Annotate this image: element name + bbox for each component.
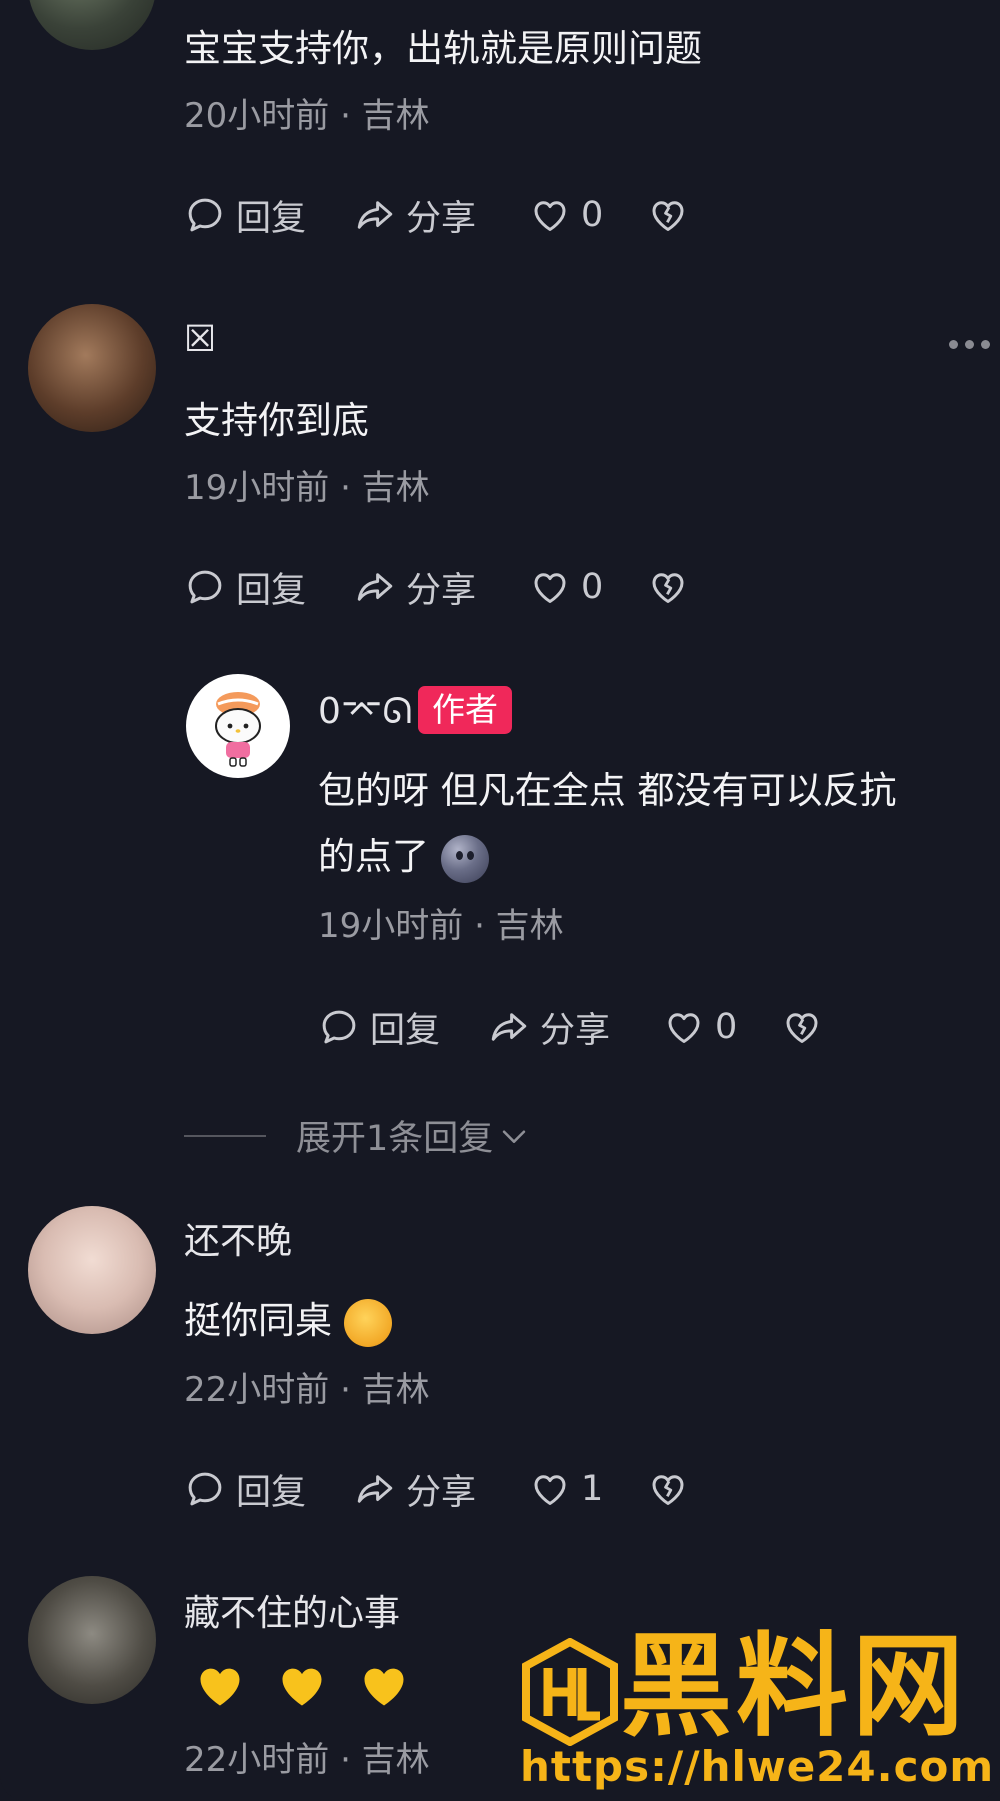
broken-heart-icon [786, 1013, 818, 1044]
avatar[interactable] [28, 0, 156, 50]
avatar[interactable] [28, 304, 156, 432]
divider-line [184, 1134, 266, 1137]
comment-meta: 19小时前 · 吉林 [318, 906, 564, 946]
username[interactable]: 藏不住的心事 [184, 1592, 400, 1636]
heart-outline-icon [668, 1013, 700, 1044]
like-button[interactable]: 0 [529, 566, 647, 608]
comment-text-label: 挺你同桌 [184, 1299, 332, 1342]
broken-heart-icon [652, 201, 684, 232]
dislike-button[interactable] [647, 1468, 689, 1510]
reply-button[interactable]: 回复 [184, 190, 354, 241]
reply-label: 回复 [236, 570, 307, 611]
comment-bubble-icon [188, 570, 222, 604]
dislike-button[interactable] [781, 1006, 823, 1048]
watermark-title: 黑料网 [620, 1622, 968, 1752]
dislike-button[interactable] [647, 566, 689, 608]
comment-text: 挺你同桌 [184, 1296, 392, 1347]
watermark: 黑料网 https://hlwe24.com [520, 1622, 993, 1791]
comment-actions: 回复 分享 1 [184, 1464, 689, 1514]
reply-button[interactable]: 回复 [184, 1464, 354, 1515]
watermark-url: https://hlwe24.com [520, 1742, 995, 1791]
comment-meta: 19小时前 · 吉林 [184, 468, 430, 508]
reply-button[interactable]: 回复 [318, 1002, 488, 1053]
watermark-logo [522, 1638, 618, 1746]
moon-face-emoji [441, 834, 489, 883]
like-button[interactable]: 0 [529, 194, 647, 236]
expand-replies-button[interactable]: 展开1条回复 [184, 1110, 531, 1161]
like-count: 1 [581, 1469, 604, 1509]
more-dots-icon[interactable] [949, 340, 990, 349]
dislike-button[interactable] [647, 194, 689, 236]
share-arrow-icon [357, 1475, 393, 1503]
comment-text: 支持你到底 [184, 399, 369, 442]
hugging-face-emoji [344, 1298, 392, 1347]
username[interactable]: 还不晚 [184, 1220, 292, 1264]
yellow-heart-emoji [282, 1668, 322, 1706]
comment-list: 宝宝支持你，出轨就是原则问题 20小时前 · 吉林 回复 分享 0 ☒ 支持你到… [0, 0, 1000, 1801]
like-button[interactable]: 0 [663, 1006, 781, 1048]
share-button[interactable]: 分享 [488, 1002, 663, 1053]
comment-bubble-icon [188, 1472, 222, 1506]
share-label: 分享 [406, 570, 477, 611]
share-arrow-icon [357, 201, 393, 229]
comment-bubble-icon [322, 1010, 356, 1044]
comment-emoji-row [194, 1660, 410, 1712]
broken-heart-icon [652, 1475, 684, 1506]
yellow-heart-emoji [364, 1668, 404, 1706]
like-count: 0 [581, 567, 604, 607]
comment-actions: 回复 分享 0 [318, 1002, 823, 1052]
share-label: 分享 [540, 1010, 611, 1051]
comment-text-line1: 包的呀 但凡在全点 都没有可以反抗 [318, 769, 897, 812]
yellow-heart-emoji [200, 1668, 240, 1706]
share-button[interactable]: 分享 [354, 1464, 529, 1515]
share-label: 分享 [406, 1472, 477, 1513]
comment-meta: 22小时前 · 吉林 [184, 1370, 430, 1410]
comment-meta: 22小时前 · 吉林 [184, 1740, 430, 1780]
expand-replies-label: 展开1条回复 [296, 1119, 494, 1159]
comment-meta: 20小时前 · 吉林 [184, 96, 430, 136]
share-label: 分享 [406, 198, 477, 239]
share-arrow-icon [357, 573, 393, 601]
avatar[interactable] [28, 1206, 156, 1334]
author-badge: 作者 [418, 686, 512, 734]
reply-button[interactable]: 回复 [184, 562, 354, 613]
like-button[interactable]: 1 [529, 1468, 647, 1510]
heart-outline-icon [534, 573, 566, 604]
share-button[interactable]: 分享 [354, 562, 529, 613]
share-button[interactable]: 分享 [354, 190, 529, 241]
comment-actions: 回复 分享 0 [184, 562, 689, 612]
author-avatar[interactable] [186, 674, 290, 778]
username[interactable]: 0⌤ᘏ [318, 690, 412, 734]
like-count: 0 [581, 195, 604, 235]
avatar[interactable] [28, 1576, 156, 1704]
heart-outline-icon [534, 201, 566, 232]
reply-label: 回复 [236, 198, 307, 239]
reply-label: 回复 [236, 1472, 307, 1513]
comment-text-line2: 的点了 [318, 832, 489, 883]
heart-outline-icon [534, 1475, 566, 1506]
chevron-down-icon [503, 1129, 526, 1143]
broken-heart-icon [652, 573, 684, 604]
comment-text-line2-label: 的点了 [318, 835, 429, 878]
comment-actions: 回复 分享 0 [184, 190, 689, 240]
hello-kitty-sushi-icon [215, 692, 261, 767]
share-arrow-icon [491, 1013, 527, 1041]
comment-bubble-icon [188, 198, 222, 232]
comment-text: 宝宝支持你，出轨就是原则问题 [184, 27, 702, 70]
reply-label: 回复 [370, 1010, 441, 1051]
like-count: 0 [715, 1007, 738, 1047]
username[interactable]: ☒ [184, 318, 216, 362]
